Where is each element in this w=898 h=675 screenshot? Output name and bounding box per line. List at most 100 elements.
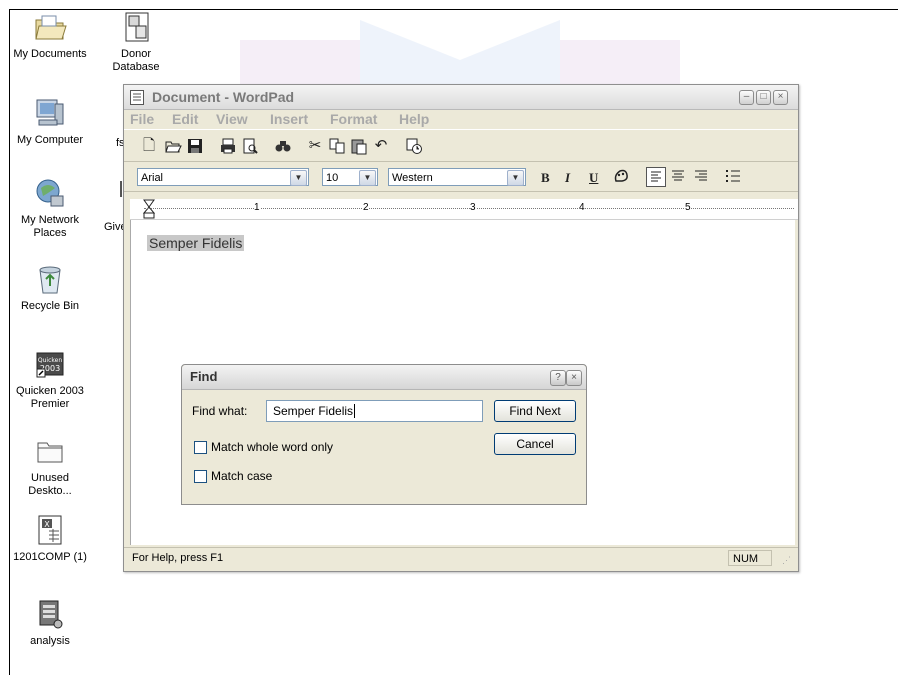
copy-icon[interactable] (328, 137, 346, 155)
match-case-label[interactable]: Match case (211, 469, 272, 483)
script-value: Western (392, 172, 433, 184)
chevron-down-icon[interactable]: ▼ (507, 170, 524, 186)
recycle-bin-icon (39, 266, 61, 294)
cancel-button[interactable]: Cancel (494, 433, 576, 455)
desktop-icon-label: Unused Deskto... (28, 472, 72, 497)
desktop-icon-1201comp[interactable]: X 1201COMP (1) (5, 513, 95, 564)
desktop-icon-my-computer[interactable]: My Computer (5, 96, 95, 147)
desktop-icon-label: 1201COMP (1) (13, 551, 87, 563)
wordpad-title-bar[interactable]: Document - WordPad – □ × (124, 85, 798, 110)
wordpad-title: Document - WordPad (152, 89, 295, 105)
paste-icon[interactable] (350, 137, 368, 155)
network-icon (36, 179, 64, 207)
ruler-number: 1 (254, 202, 260, 213)
find-icon[interactable] (274, 137, 292, 155)
desktop-icon-quicken[interactable]: Quicken 2003 Quicken 2003 Premier (5, 347, 95, 411)
num-lock-indicator: NUM (728, 550, 772, 566)
menu-help[interactable]: Help (399, 111, 429, 127)
font-size-value: 10 (326, 172, 339, 184)
server-file-icon (39, 600, 63, 629)
desktop-icon-label: My Computer (16, 134, 84, 146)
format-toolbar: Arial ▼ 10 ▼ Western ▼ B I U (124, 161, 798, 192)
desktop-icon-label: My Network Places (20, 214, 80, 239)
bullets-icon[interactable] (724, 167, 742, 185)
align-center-icon[interactable] (669, 167, 687, 185)
ruler-number: 4 (579, 202, 585, 213)
bold-button[interactable]: B (541, 170, 550, 186)
new-icon[interactable]: 🗋 (140, 137, 158, 155)
desktop-icon-label: My Documents (13, 48, 87, 60)
find-what-input[interactable]: Semper Fidelis (266, 400, 483, 422)
match-case-checkbox[interactable] (194, 470, 207, 483)
align-right-icon[interactable] (692, 167, 710, 185)
quicken-icon: Quicken 2003 (36, 352, 64, 378)
resize-grip-icon[interactable]: ⋰ (782, 555, 794, 567)
ruler-ticks (144, 208, 794, 210)
desktop-icon-my-documents[interactable]: My Documents (5, 10, 95, 61)
ruler-number: 3 (470, 202, 476, 213)
script-select[interactable]: Western ▼ (388, 168, 526, 186)
status-bar: For Help, press F1 NUM ⋰ (124, 547, 798, 570)
menu-view[interactable]: View (216, 111, 248, 127)
ruler-number: 2 (363, 202, 369, 213)
find-dialog-title: Find (190, 369, 218, 384)
menu-format[interactable]: Format (330, 111, 377, 127)
spreadsheet-icon: X (38, 515, 62, 545)
underline-button[interactable]: U (589, 170, 598, 186)
ruler[interactable]: 1 2 3 4 5 (130, 199, 798, 220)
find-next-button[interactable]: Find Next (494, 400, 576, 422)
print-preview-icon[interactable] (241, 137, 259, 155)
desktop-icon-label: Quicken 2003 Premier (16, 385, 84, 410)
match-whole-word-checkbox[interactable] (194, 441, 207, 454)
desktop-icon-unused-desktop[interactable]: Unused Deskto... (5, 434, 95, 498)
match-whole-word-label[interactable]: Match whole word only (211, 440, 333, 454)
help-button[interactable]: ? (550, 370, 566, 386)
find-dialog-title-bar[interactable]: Find ? × (182, 365, 586, 390)
date-time-icon[interactable] (405, 137, 423, 155)
standard-toolbar: 🗋 ✂ ↶ (124, 129, 798, 162)
ruler-number: 5 (685, 202, 691, 213)
menu-insert[interactable]: Insert (270, 111, 308, 127)
find-what-label: Find what: (192, 404, 248, 418)
find-dialog: Find ? × Find what: Semper Fidelis Find … (181, 364, 587, 505)
maximize-button[interactable]: □ (756, 90, 771, 105)
text-cursor (354, 404, 356, 418)
menu-bar: File Edit View Insert Format Help (124, 109, 798, 129)
open-icon[interactable] (164, 137, 182, 155)
document-text[interactable]: Semper Fidelis (147, 235, 245, 251)
computer-icon (36, 99, 64, 126)
print-icon[interactable] (219, 137, 237, 155)
desktop-icon-label: Recycle Bin (20, 300, 80, 312)
color-icon[interactable] (612, 167, 630, 185)
undo-icon[interactable]: ↶ (372, 137, 390, 155)
align-left-icon[interactable] (646, 167, 666, 187)
font-size-select[interactable]: 10 ▼ (322, 168, 378, 186)
minimize-button[interactable]: – (739, 90, 754, 105)
database-file-icon (125, 12, 149, 42)
font-select[interactable]: Arial ▼ (137, 168, 309, 186)
italic-button[interactable]: I (565, 170, 570, 186)
chevron-down-icon[interactable]: ▼ (359, 170, 376, 186)
status-help-text: For Help, press F1 (132, 552, 224, 564)
folder-icon (37, 442, 63, 463)
wordpad-app-icon (130, 90, 144, 105)
font-value: Arial (141, 172, 164, 184)
svg-text:X: X (44, 520, 50, 529)
find-what-value: Semper Fidelis (273, 404, 354, 418)
close-button[interactable]: × (566, 370, 582, 386)
cut-icon[interactable]: ✂ (306, 137, 324, 155)
desktop-icon-recycle-bin[interactable]: Recycle Bin (5, 262, 95, 313)
menu-edit[interactable]: Edit (172, 111, 198, 127)
desktop-icon-donor-database[interactable]: Donor Database (100, 10, 172, 74)
desktop-icon-label: Donor Database (112, 48, 160, 73)
desktop-icon-label: analysis (30, 635, 70, 647)
desktop-icon-analysis[interactable]: analysis (5, 597, 95, 648)
folder-icon (35, 15, 67, 40)
desktop-icon-my-network-places[interactable]: My Network Places (5, 176, 95, 240)
desktop-partial-icon (120, 181, 122, 197)
menu-file[interactable]: File (130, 111, 154, 127)
save-icon[interactable] (186, 137, 204, 155)
svg-text:Quicken: Quicken (38, 357, 62, 364)
close-button[interactable]: × (773, 90, 788, 105)
chevron-down-icon[interactable]: ▼ (290, 170, 307, 186)
